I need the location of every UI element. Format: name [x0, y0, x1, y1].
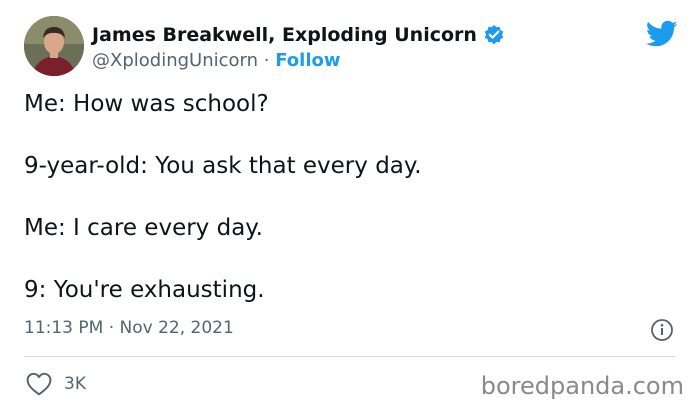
heart-icon	[26, 372, 52, 396]
tweet-line: 9: You're exhausting.	[24, 277, 265, 303]
tweet-line: Me: I care every day.	[24, 215, 263, 241]
tweet-text: Me: How was school? 9-year-old: You ask …	[24, 90, 676, 338]
info-icon[interactable]	[650, 318, 674, 342]
like-button[interactable]: 3K	[26, 372, 86, 396]
like-count: 3K	[64, 374, 86, 394]
author-handle-row: @XplodingUnicorn · Follow	[92, 50, 341, 71]
author-name-row: James Breakwell, Exploding Unicorn	[92, 24, 505, 46]
twitter-bird-icon[interactable]	[645, 20, 678, 48]
divider	[24, 356, 676, 357]
verified-badge-icon	[483, 24, 505, 46]
tweet-timestamp[interactable]: 11:13 PM · Nov 22, 2021	[24, 318, 234, 338]
author-name[interactable]: James Breakwell, Exploding Unicorn	[92, 24, 477, 46]
avatar[interactable]	[24, 16, 84, 76]
follow-button[interactable]: Follow	[275, 50, 340, 71]
watermark: boredpanda.com	[480, 372, 684, 400]
tweet-line: 9-year-old: You ask that every day.	[24, 153, 422, 179]
tweet-line: Me: How was school?	[24, 91, 269, 117]
author-handle[interactable]: @XplodingUnicorn	[92, 50, 258, 71]
handle-separator: ·	[263, 50, 270, 71]
